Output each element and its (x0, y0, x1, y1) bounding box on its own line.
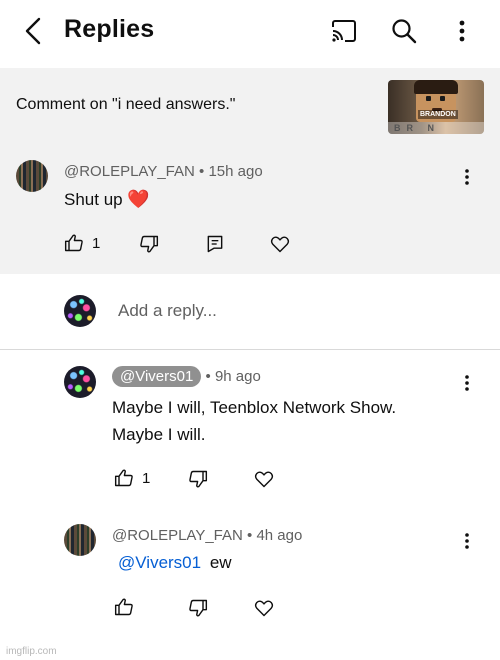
comment-more-button[interactable] (457, 165, 477, 189)
avatar[interactable] (16, 160, 48, 192)
cast-icon (332, 20, 356, 42)
heart-icon (254, 600, 274, 617)
more-vert-icon (459, 20, 465, 42)
thumbs-up-icon (114, 598, 133, 616)
reply-more-button[interactable] (457, 529, 477, 553)
thumbnail-hair (414, 80, 458, 94)
like-button[interactable] (114, 595, 134, 619)
reply-button[interactable] (205, 232, 225, 256)
comment-body: Shut up (64, 190, 123, 209)
reply-meta: @Vivers01 • 9h ago (112, 366, 261, 387)
divider (0, 349, 500, 350)
thumbs-down-icon (189, 599, 208, 617)
heart-button[interactable] (270, 232, 290, 256)
more-vert-icon (465, 169, 469, 185)
dislike-button[interactable] (188, 467, 208, 491)
watermark: imgflip.com (6, 646, 57, 657)
reply-more-button[interactable] (457, 371, 477, 395)
thumbnail-footer-text: BR N (388, 122, 484, 134)
like-button[interactable]: 1 (64, 231, 100, 255)
reply-text-line: Maybe I will, Teenblox Network Show. (112, 398, 397, 417)
comment-meta: @ROLEPLAY_FAN • 15h ago (64, 163, 263, 180)
heart-icon (270, 236, 290, 253)
comment-author[interactable]: @ROLEPLAY_FAN (64, 163, 195, 180)
reply-text-line: Maybe I will. (112, 425, 206, 444)
add-reply-input[interactable]: Add a reply... (118, 301, 217, 321)
reply-author-chip[interactable]: @Vivers01 (112, 366, 202, 387)
dislike-button[interactable] (139, 232, 159, 256)
heart-button[interactable] (254, 596, 274, 620)
meta-separator: • (205, 368, 211, 385)
reply-text: Maybe I will, Teenblox Network Show. May… (112, 394, 396, 448)
comment-time: 15h ago (208, 163, 263, 180)
thumbnail-eye-left (426, 96, 431, 101)
dislike-button[interactable] (188, 596, 208, 620)
search-icon (392, 19, 417, 44)
meta-separator: • (199, 163, 205, 180)
video-thumbnail[interactable]: BRANDON BR N (388, 80, 484, 134)
reply-meta: @ROLEPLAY_FAN • 4h ago (112, 527, 302, 544)
current-user-avatar[interactable] (64, 295, 96, 327)
reply-body: ew (209, 553, 232, 572)
top-app-bar: Replies (0, 0, 500, 68)
more-vert-icon (465, 533, 469, 549)
context-text: Comment on "i need answers." (16, 96, 236, 113)
thumbs-down-icon (189, 470, 208, 488)
like-button[interactable]: 1 (114, 466, 150, 490)
more-options-button[interactable] (445, 14, 479, 48)
more-vert-icon (465, 375, 469, 391)
reply-author[interactable]: @ROLEPLAY_FAN (112, 527, 243, 544)
thumbs-down-icon (140, 235, 159, 253)
back-arrow-icon (25, 17, 41, 45)
comment-context-bar[interactable]: Comment on "i need answers." BRANDON BR … (0, 68, 500, 144)
thumbs-up-icon (64, 234, 83, 252)
cast-button[interactable] (327, 14, 361, 48)
like-count: 1 (142, 469, 151, 487)
thumbnail-eye-right (440, 96, 445, 101)
search-button[interactable] (387, 14, 421, 48)
thumbs-up-icon (114, 469, 133, 487)
thumbnail-name-tag: BRANDON (418, 110, 458, 119)
parent-comment: @ROLEPLAY_FAN • 15h ago Shut up ❤️ 1 (0, 144, 500, 274)
avatar[interactable] (64, 366, 96, 398)
page-title: Replies (64, 15, 155, 43)
reply-time: 4h ago (256, 527, 303, 544)
meta-separator: • (247, 527, 253, 544)
heart-emoji: ❤️ (127, 189, 150, 209)
like-count: 1 (92, 234, 101, 252)
comment-reply-icon (207, 235, 223, 253)
back-button[interactable] (18, 14, 48, 48)
avatar[interactable] (64, 524, 96, 556)
reply-text: @Vivers01 ew (118, 549, 232, 576)
reply-time: 9h ago (214, 368, 261, 385)
comment-text: Shut up ❤️ (64, 186, 150, 213)
heart-icon (254, 471, 274, 488)
mention-link[interactable]: @Vivers01 (118, 553, 201, 572)
heart-button[interactable] (254, 467, 274, 491)
